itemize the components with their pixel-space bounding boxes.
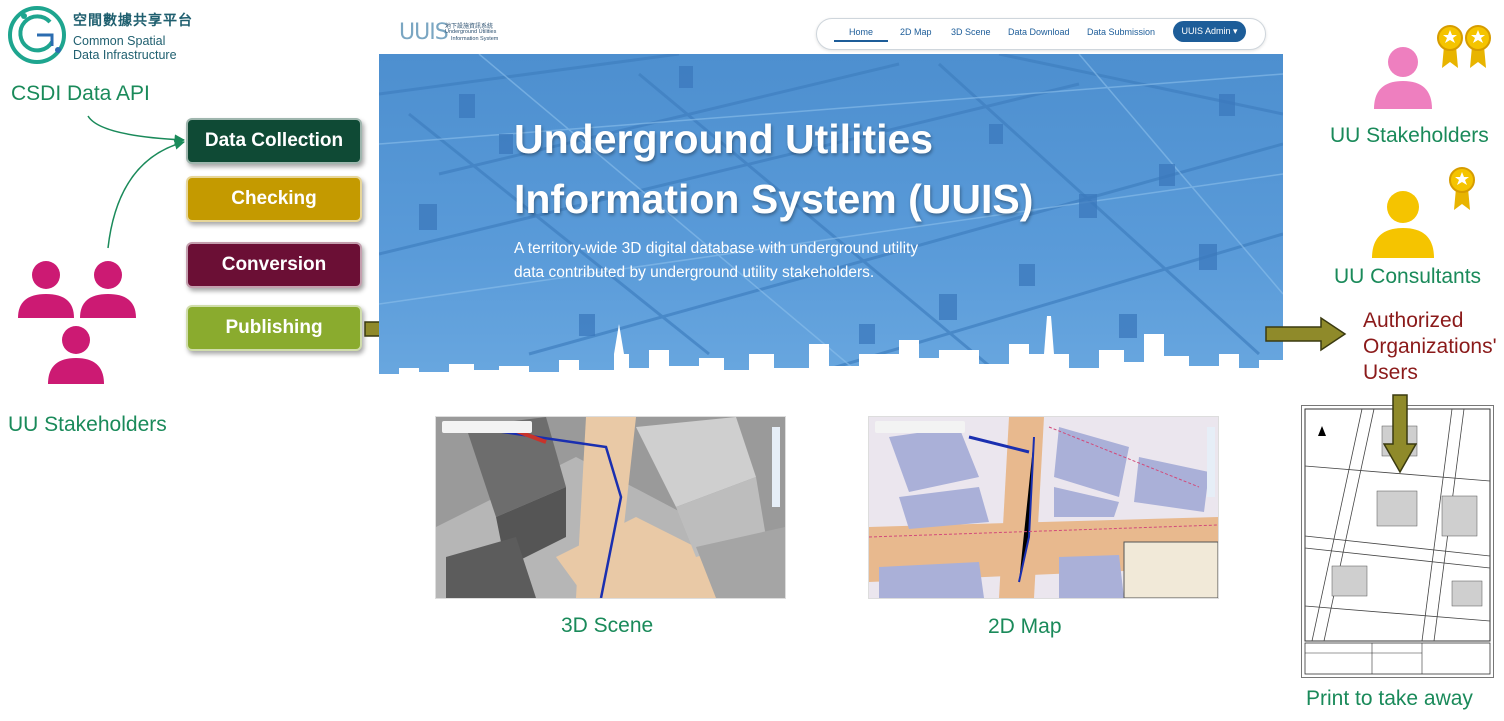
authorized-line3: Users — [1363, 361, 1418, 384]
authorized-line2: Organizations' — [1363, 335, 1497, 358]
hero-title: Underground Utilities Information System… — [514, 109, 1033, 229]
nav-2d-map[interactable]: 2D Map — [900, 27, 932, 37]
scene3d-screenshot — [435, 416, 786, 599]
map2d-graphic — [869, 417, 1218, 598]
award-medals-icon — [1437, 25, 1491, 68]
admin-button[interactable]: UUIS Admin ▾ — [1173, 21, 1246, 42]
portal-hero: Underground Utilities Information System… — [379, 54, 1283, 390]
nav-3d-scene[interactable]: 3D Scene — [951, 27, 991, 37]
uuis-logo-sub-en1: Underground Utilities — [445, 29, 497, 35]
people-group-icon — [18, 261, 136, 384]
step-data-collection: Data Collection — [186, 118, 362, 164]
nav-data-submission[interactable]: Data Submission — [1087, 27, 1155, 37]
person-pink-icon — [1374, 47, 1432, 109]
authorized-line1: Authorized — [1363, 309, 1464, 332]
uuis-logo-text: UUIS — [399, 20, 449, 45]
skyline-graphic — [379, 316, 1283, 390]
person-yellow-icon — [1372, 191, 1434, 258]
hero-desc-line2: data contributed by underground utility … — [514, 264, 875, 281]
nav-data-download[interactable]: Data Download — [1008, 27, 1070, 37]
map2d-screenshot — [868, 416, 1219, 599]
step-publishing: Publishing — [186, 305, 362, 351]
scene3d-graphic — [436, 417, 785, 598]
uuis-logo-sub-en2: Information System — [451, 36, 499, 42]
uuis-logo: UUIS — [399, 20, 449, 45]
map2d-caption: 2D Map — [988, 615, 1062, 638]
step-conversion: Conversion — [186, 242, 362, 288]
print-label: Print to take away — [1306, 687, 1473, 710]
award-medal-icon — [1449, 167, 1475, 210]
portal-navbar: UUIS 地下設施資訊系統 Underground Utilities Info… — [379, 8, 1283, 54]
distribute-arrow-icon — [1265, 316, 1347, 352]
nav-home-underline — [834, 40, 888, 42]
connector-lines — [87, 115, 186, 249]
hero-description: A territory-wide 3D digital database wit… — [514, 237, 918, 285]
nav-home[interactable]: Home — [849, 27, 873, 37]
step-checking: Checking — [186, 176, 362, 222]
print-down-arrow-icon — [1383, 394, 1417, 474]
consultants-label: UU Consultants — [1334, 265, 1482, 288]
right-stakeholders-label: UU Stakeholders — [1330, 124, 1489, 147]
scene3d-caption: 3D Scene — [561, 614, 654, 637]
hero-title-line2: Information System (UUIS) — [514, 176, 1034, 222]
authorized-users-label: Authorized Organizations' Users — [1363, 308, 1497, 386]
left-stakeholders-label: UU Stakeholders — [8, 413, 167, 436]
hero-desc-line1: A territory-wide 3D digital database wit… — [514, 240, 919, 257]
hero-title-line1: Underground Utilities — [514, 116, 934, 162]
